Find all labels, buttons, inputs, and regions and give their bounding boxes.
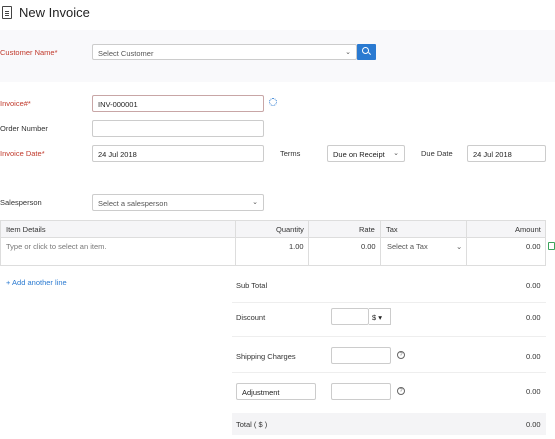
column-divider xyxy=(466,221,467,238)
column-divider xyxy=(308,238,309,265)
salesperson-select[interactable]: Select a salesperson ⌄ xyxy=(92,194,264,211)
invoice-date-input[interactable]: 24 Jul 2018 xyxy=(92,145,264,162)
item-input[interactable]: Type or click to select an item. xyxy=(6,242,106,251)
invoice-date-label: Invoice Date* xyxy=(0,149,45,158)
total-row: Total ( $ ) 0.00 xyxy=(232,413,546,435)
customer-name-label: Customer Name* xyxy=(0,48,58,57)
page-title: New Invoice xyxy=(19,5,90,20)
salesperson-select-placeholder: Select a salesperson xyxy=(98,199,168,208)
total-label: Total ( $ ) xyxy=(236,420,268,429)
help-icon[interactable]: ? xyxy=(397,351,405,359)
terms-label: Terms xyxy=(280,149,301,158)
shipping-charges-input[interactable] xyxy=(331,347,391,364)
column-divider xyxy=(380,238,381,265)
tax-select[interactable]: Select a Tax xyxy=(387,242,428,251)
chevron-down-icon: ⌄ xyxy=(393,150,399,157)
order-number-input[interactable] xyxy=(92,120,264,137)
discount-label: Discount xyxy=(236,313,266,322)
discount-input[interactable] xyxy=(331,308,369,325)
shipping-charges-label: Shipping Charges xyxy=(236,352,296,361)
salesperson-label: Salesperson xyxy=(0,198,42,207)
total-value: 0.00 xyxy=(526,420,541,429)
add-another-line-link[interactable]: + Add another line xyxy=(6,278,67,287)
page-header: New Invoice xyxy=(0,0,555,28)
chevron-down-icon: ⌄ xyxy=(456,242,463,251)
search-icon[interactable] xyxy=(357,44,376,60)
chevron-down-icon: ⌄ xyxy=(345,49,351,56)
column-divider xyxy=(235,238,236,265)
customer-select[interactable]: Select Customer ⌄ xyxy=(92,44,357,60)
divider xyxy=(232,336,546,337)
terms-select[interactable]: Due on Receipt ⌄ xyxy=(327,145,405,162)
order-number-label: Order Number xyxy=(0,124,48,133)
document-icon xyxy=(2,6,12,19)
discount-value: 0.00 xyxy=(526,313,541,322)
adjustment-input[interactable] xyxy=(331,383,391,400)
help-icon[interactable]: ? xyxy=(397,387,405,395)
due-date-input[interactable]: 24 Jul 2018 xyxy=(467,145,546,162)
column-divider xyxy=(235,221,236,238)
table-row: Type or click to select an item. 1.00 0.… xyxy=(0,238,546,266)
shipping-charges-value: 0.00 xyxy=(526,352,541,361)
column-divider xyxy=(466,238,467,265)
copy-icon[interactable] xyxy=(548,242,555,250)
column-header-amount: Amount xyxy=(515,225,541,234)
amount-value: 0.00 xyxy=(526,242,541,251)
column-header-item-details: Item Details xyxy=(6,225,46,234)
terms-select-value: Due on Receipt xyxy=(333,150,385,159)
adjustment-label-input[interactable]: Adjustment xyxy=(236,383,316,400)
invoice-number-label: Invoice#* xyxy=(0,99,31,108)
quantity-input[interactable]: 1.00 xyxy=(289,242,304,251)
adjustment-value: 0.00 xyxy=(526,387,541,396)
sub-total-value: 0.00 xyxy=(526,281,541,290)
gear-icon[interactable] xyxy=(269,98,277,106)
column-divider xyxy=(308,221,309,238)
rate-input[interactable]: 0.00 xyxy=(361,242,376,251)
column-header-quantity: Quantity xyxy=(276,225,304,234)
customer-select-placeholder: Select Customer xyxy=(98,49,154,58)
column-divider xyxy=(380,221,381,238)
column-header-tax: Tax xyxy=(386,225,398,234)
sub-total-label: Sub Total xyxy=(236,281,268,290)
discount-unit-select[interactable]: $ ▾ xyxy=(369,308,391,325)
invoice-number-input[interactable]: INV-000001 xyxy=(92,95,264,112)
column-header-rate: Rate xyxy=(359,225,375,234)
divider xyxy=(232,302,546,303)
chevron-down-icon: ⌄ xyxy=(252,199,258,206)
divider xyxy=(232,372,546,373)
items-table-header: Item Details Quantity Rate Tax Amount xyxy=(0,220,546,238)
due-date-label: Due Date xyxy=(421,149,453,158)
